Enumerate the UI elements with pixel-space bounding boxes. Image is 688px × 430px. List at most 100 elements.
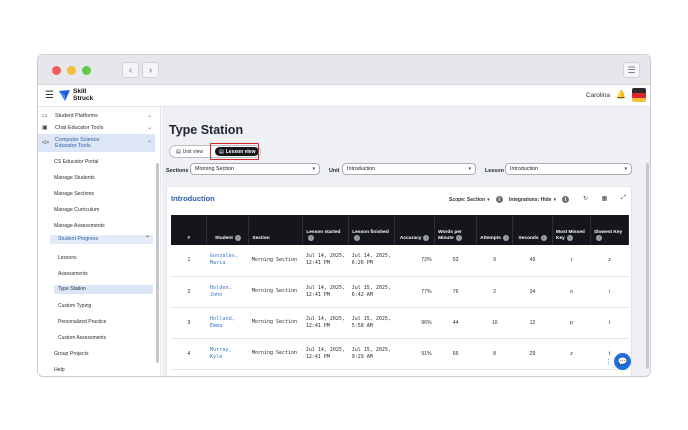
chevron-right-icon: › — [148, 64, 153, 76]
unit-select[interactable]: Introduction ▾ — [342, 163, 476, 175]
sort-icon[interactable]: ↕ — [502, 235, 509, 241]
lesson-started-cell: — — [302, 369, 349, 376]
list-icon: ▤ — [176, 148, 181, 155]
sidebar-item-type-station[interactable]: Type Station — [54, 285, 153, 294]
row-number: 3 — [171, 307, 207, 339]
caret-down-icon: ▾ — [624, 166, 627, 172]
main-content: Type Station ▤ Unit view ▤ Lesson view Sec… — [162, 107, 650, 376]
col-header-section[interactable]: Section — [248, 215, 304, 245]
sidebar-item-cs-educator-tools[interactable]: </> Computer Science Educator Tools ⌃ — [38, 134, 155, 152]
scope-dropdown[interactable]: Scope: Section ▾ i — [449, 195, 503, 204]
monitor-icon: ▭ — [42, 113, 48, 119]
back-button[interactable]: ‹ — [122, 62, 139, 78]
lesson-select[interactable]: Introduction ▾ — [505, 163, 632, 175]
minimize-window-button[interactable] — [67, 66, 76, 75]
unit-view-button[interactable]: ▤ Unit view — [172, 147, 207, 156]
table-header-row: # Student ↕ Section Lesson started ↕ Lesso… — [171, 215, 630, 245]
sort-icon[interactable]: ↕ — [354, 235, 361, 241]
code-icon: </> — [42, 140, 50, 146]
most-missed-key-cell: o — [552, 276, 591, 308]
student-name-link[interactable]: Holland, Emma — [206, 307, 249, 339]
student-name-link[interactable]: Holden, John — [206, 276, 249, 308]
sort-icon[interactable]: ↕ — [595, 235, 602, 241]
table-row: 2 Holden, John Morning Section Jul 14, 2025… — [171, 276, 629, 308]
sidebar-item-lessons[interactable]: Lessons — [58, 255, 77, 261]
sidebar-item-student-progress[interactable]: Student Progress ⌃ — [50, 235, 153, 244]
sections-select[interactable]: Morning Section ▾ — [190, 163, 320, 175]
wpm-cell: 76 — [434, 276, 477, 308]
window-settings-button[interactable]: ☰ — [623, 62, 640, 78]
caret-down-icon: ▾ — [468, 166, 471, 172]
attempts-cell: 9 — [476, 245, 513, 277]
sort-icon[interactable]: ↕ — [566, 235, 573, 241]
attempts-cell: 2 — [476, 276, 513, 308]
expand-button[interactable]: ⤢ — [617, 193, 630, 204]
sidebar-item-help[interactable]: Help — [54, 367, 65, 373]
integrations-dropdown[interactable]: Integrations: Hide ▾ i — [509, 195, 570, 204]
sidebar-item-manage-students[interactable]: Manage Students — [54, 175, 95, 181]
slowest-key-cell: z — [590, 245, 629, 277]
info-icon[interactable]: i — [562, 196, 570, 203]
sidebar-item-group-projects[interactable]: Group Projects — [54, 351, 89, 357]
close-window-button[interactable] — [52, 66, 61, 75]
col-header-wpm[interactable]: Words per Minute ↕ — [434, 215, 478, 245]
info-icon[interactable]: i — [495, 196, 503, 203]
sidebar-item-cs-educator-portal[interactable]: CS Educator Portal — [54, 159, 98, 165]
chat-icon: ▣ — [42, 125, 48, 131]
table-row: 3 Holland, Emma Morning Section Jul 14, 202… — [171, 307, 629, 339]
col-header-student[interactable]: Student ↕ — [206, 215, 250, 245]
row-number: 5 — [171, 369, 207, 376]
col-header-slowest-key[interactable]: Slowest Key↕ — [590, 215, 630, 245]
results-table: # Student ↕ Section Lesson started ↕ Lesso… — [171, 215, 630, 376]
table-settings-button[interactable]: ▦ — [598, 193, 611, 204]
main-scrollbar[interactable] — [646, 163, 649, 369]
sidebar-item-manage-assessments[interactable]: Manage Assessments — [54, 223, 105, 229]
logo-text: Skill Struck — [73, 88, 94, 102]
sidebar-item-custom-assessments[interactable]: Custom Assessments — [58, 335, 106, 341]
seconds-cell: 49 — [512, 245, 553, 277]
sidebar-item-assessments[interactable]: Assessments — [58, 271, 88, 277]
lesson-started-cell: Jul 14, 2025, 12:41 PM — [302, 307, 349, 339]
maximize-window-button[interactable] — [82, 66, 91, 75]
sidebar-item-student-platforms[interactable]: ▭ Student Platforms ⌄ — [38, 110, 155, 121]
accuracy-cell: 91% — [394, 338, 435, 370]
sidebar-item-chat-educator-tools[interactable]: ▣ Chat Educator Tools ⌄ — [38, 122, 155, 133]
seconds-cell: 34 — [512, 276, 553, 308]
sidebar-item-manage-sections[interactable]: Manage Sections — [54, 191, 94, 197]
student-name-link[interactable]: Gonzales, Maria — [206, 245, 249, 277]
sidebar-item-personalized-practice[interactable]: Personalized Practice — [58, 319, 106, 325]
table-icon: ▦ — [601, 196, 608, 202]
forward-button[interactable]: › — [142, 62, 159, 78]
col-header-lesson-finished[interactable]: Lesson finished ↕ — [348, 215, 396, 245]
chat-support-button[interactable]: 💬 — [614, 353, 631, 370]
sidebar-scrollbar[interactable] — [156, 163, 159, 363]
chevron-up-icon: ⌃ — [146, 140, 152, 147]
col-header-accuracy[interactable]: Accuracy ↕ — [394, 215, 436, 245]
accuracy-cell: 77% — [394, 276, 435, 308]
lesson-finished-cell: Jul 15, 2025, 6:42 AM — [348, 276, 395, 308]
col-header-lesson-started[interactable]: Lesson started ↕ — [302, 215, 350, 245]
sort-icon[interactable]: ↕ — [234, 235, 241, 241]
sort-icon[interactable]: ↕ — [455, 235, 462, 241]
col-header-most-missed-key[interactable]: Most Missed Key ↕ — [552, 215, 591, 245]
sidebar-item-custom-typing[interactable]: Custom Typing — [58, 303, 91, 309]
user-name[interactable]: Carolina — [586, 92, 610, 99]
student-name-link[interactable]: Baker, Nahla — [206, 369, 249, 376]
bell-icon[interactable]: 🔔 — [616, 90, 626, 99]
sort-icon[interactable]: ↕ — [308, 235, 315, 241]
col-header-seconds[interactable]: Seconds ↕ — [512, 215, 554, 245]
student-name-link[interactable]: Murray, Kyle — [206, 338, 249, 370]
highlight-annotation — [210, 143, 259, 160]
card-title: Introduction — [171, 194, 215, 203]
refresh-button[interactable]: ↻ — [579, 193, 592, 204]
slowest-key-cell: i — [590, 276, 629, 308]
sort-icon[interactable]: ↕ — [540, 235, 547, 241]
col-header-attempts[interactable]: Attempts ↕ — [476, 215, 514, 245]
skillstruck-logo-icon — [59, 90, 70, 101]
sidebar-item-manage-curriculum[interactable]: Manage Curriculum — [54, 207, 99, 213]
slowest-key-cell: t — [590, 307, 629, 339]
col-header-number[interactable]: # — [171, 215, 208, 245]
sort-icon[interactable]: ↕ — [423, 235, 430, 241]
avatar[interactable] — [632, 88, 646, 102]
hamburger-menu-icon[interactable]: ☰ — [45, 90, 54, 101]
